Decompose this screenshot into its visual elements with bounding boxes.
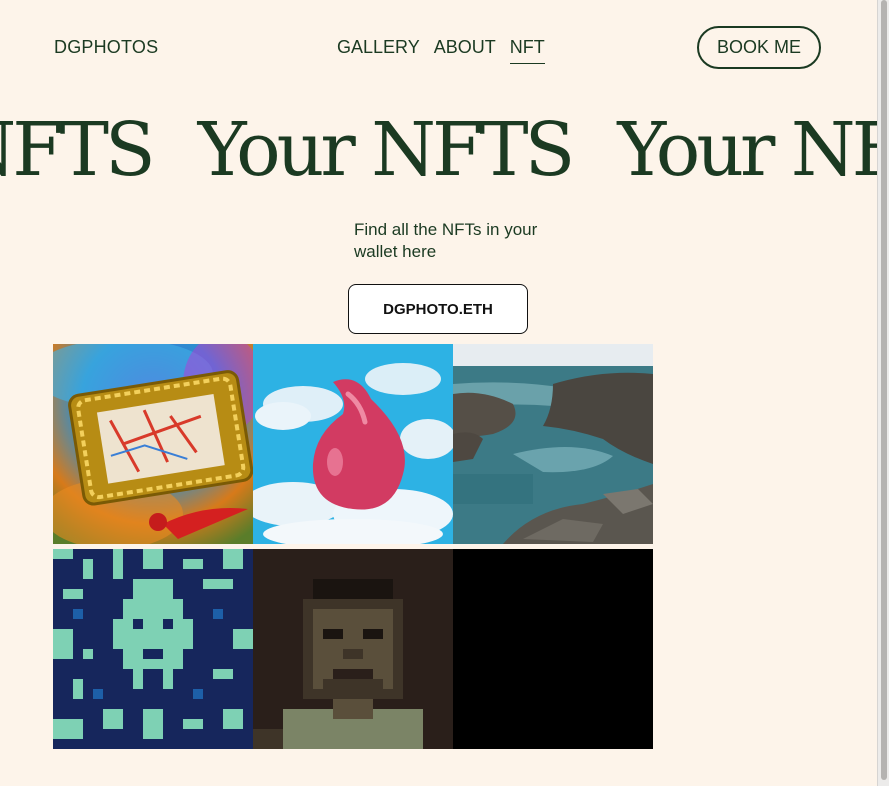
hero-subtitle: Find all the NFTs in your wallet here — [354, 220, 538, 261]
artwork-image — [53, 344, 253, 544]
marquee-track: Your NFTS Your NFTS Your NFTS — [0, 100, 878, 200]
nft-tile-pixel-portrait[interactable] — [253, 549, 453, 749]
nft-tile-pixel-skull[interactable] — [53, 549, 253, 749]
nft-tile-black[interactable] — [453, 549, 653, 749]
hero-marquee: Your NFTS Your NFTS Your NFTS — [0, 100, 878, 200]
scrollbar-thumb[interactable] — [881, 0, 887, 780]
pixel-art-image — [53, 549, 253, 749]
marquee-text: Your NFTS — [617, 107, 878, 193]
nft-tile-gilded-frame[interactable] — [53, 344, 253, 544]
book-me-button[interactable]: BOOK ME — [697, 26, 821, 69]
artwork-image — [253, 344, 453, 544]
main-nav: GALLERY ABOUT NFT — [337, 37, 545, 64]
photo-image — [453, 344, 653, 544]
nft-tile-pink-drop[interactable] — [253, 344, 453, 544]
nav-nft[interactable]: NFT — [509, 37, 545, 64]
nft-tile-rocky-coast[interactable] — [453, 344, 653, 544]
nav-gallery[interactable]: GALLERY — [337, 37, 420, 64]
scrollbar[interactable] — [877, 0, 889, 786]
nft-gallery — [53, 344, 653, 749]
site-logo[interactable]: DGPHOTOS — [54, 37, 158, 58]
marquee-text: Your NFTS — [197, 107, 576, 193]
pixel-art-image — [253, 549, 453, 749]
marquee-text: Your NFTS — [0, 107, 156, 193]
artwork-image — [453, 549, 653, 749]
nav-about[interactable]: ABOUT — [434, 37, 496, 64]
wallet-button[interactable]: DGPHOTO.ETH — [348, 284, 528, 334]
